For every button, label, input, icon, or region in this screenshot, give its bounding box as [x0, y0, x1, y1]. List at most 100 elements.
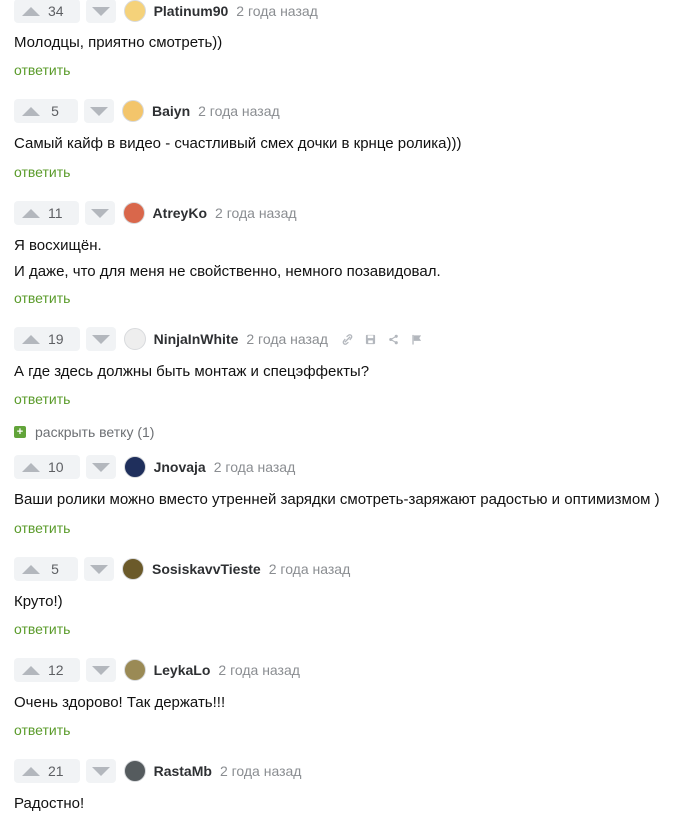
- avatar[interactable]: [122, 202, 145, 224]
- comment-header: 10 Jnovaja 2 года назад: [14, 455, 295, 479]
- upvote-button[interactable]: 12: [14, 658, 80, 682]
- rating-value: 19: [48, 331, 64, 347]
- arrow-up-icon: [22, 665, 40, 675]
- comment-header: 19 NinjaInWhite 2 года назад: [14, 327, 434, 351]
- avatar[interactable]: [123, 0, 146, 22]
- username[interactable]: Platinum90: [154, 3, 229, 19]
- comment-line: Ваши ролики можно вместо утренней зарядк…: [14, 491, 660, 508]
- arrow-up-icon: [22, 462, 40, 472]
- arrow-down-icon: [90, 208, 109, 218]
- upvote-button[interactable]: 21: [14, 759, 80, 783]
- avatar[interactable]: [123, 456, 146, 478]
- downvote-button[interactable]: [85, 759, 116, 783]
- username[interactable]: LeykaLo: [154, 662, 211, 678]
- comment-date[interactable]: 2 года назад: [269, 561, 351, 577]
- username[interactable]: NinjaInWhite: [154, 331, 239, 347]
- upvote-button[interactable]: 34: [14, 0, 80, 23]
- comment-header: 12 LeykaLo 2 года назад: [14, 658, 300, 682]
- arrow-down-icon: [91, 665, 110, 675]
- share-icon[interactable]: [388, 334, 399, 345]
- comment-line: А где здесь должны быть монтаж и спецэфф…: [14, 363, 370, 380]
- comment-text: Ваши ролики можно вместо утренней зарядк…: [14, 487, 660, 513]
- arrow-up-icon: [22, 564, 40, 574]
- arrow-up-icon: [22, 208, 40, 218]
- comment-date[interactable]: 2 года назад: [220, 763, 302, 779]
- username[interactable]: SosiskavvTieste: [152, 561, 261, 577]
- comment-date[interactable]: 2 года назад: [236, 3, 318, 19]
- comment-line: Я восхищён.: [14, 237, 102, 254]
- avatar[interactable]: [123, 659, 146, 681]
- avatar[interactable]: [122, 100, 144, 122]
- comment-line: И даже, что для меня не свойственно, нем…: [14, 263, 441, 280]
- upvote-button[interactable]: 5: [14, 557, 78, 581]
- comment-line: Молодцы, приятно смотреть)): [14, 34, 223, 51]
- downvote-button[interactable]: [84, 99, 114, 123]
- reply-link[interactable]: ответить: [14, 621, 70, 637]
- rating-value: 11: [48, 205, 63, 221]
- downvote-button[interactable]: [84, 557, 114, 581]
- comment-tools: [342, 333, 434, 345]
- reply-link[interactable]: ответить: [14, 290, 70, 306]
- downvote-button[interactable]: [85, 0, 116, 23]
- arrow-up-icon: [22, 6, 40, 16]
- expand-thread-button[interactable]: + раскрыть ветку (1): [14, 424, 154, 440]
- reply-link[interactable]: ответить: [14, 164, 70, 180]
- comment-line: Радостно!: [14, 795, 85, 812]
- comment-text: Очень здорово! Так держать!!!: [14, 690, 225, 716]
- downvote-button[interactable]: [85, 327, 116, 351]
- comment-text: Круто!): [14, 589, 63, 615]
- rating-value: 10: [48, 459, 64, 475]
- username[interactable]: Baiyn: [152, 103, 190, 119]
- arrow-up-icon: [22, 106, 40, 116]
- downvote-button[interactable]: [85, 658, 116, 682]
- comment-header: 5 SosiskavvTieste 2 года назад: [14, 557, 350, 581]
- arrow-down-icon: [91, 462, 110, 472]
- reply-link[interactable]: ответить: [14, 391, 70, 407]
- comment-line: Очень здорово! Так держать!!!: [14, 694, 226, 711]
- comment-text: А где здесь должны быть монтаж и спецэфф…: [14, 359, 369, 385]
- rating-value: 5: [51, 561, 59, 577]
- avatar[interactable]: [123, 760, 146, 782]
- upvote-button[interactable]: 5: [14, 99, 78, 123]
- upvote-button[interactable]: 10: [14, 455, 80, 479]
- comment-text: Я восхищён. И даже, что для меня не свой…: [14, 233, 441, 285]
- upvote-button[interactable]: 11: [14, 201, 79, 225]
- arrow-up-icon: [22, 766, 40, 776]
- comment-text: Молодцы, приятно смотреть)): [14, 30, 222, 56]
- username[interactable]: AtreyKo: [153, 205, 207, 221]
- comment-header: 34 Platinum90 2 года назад: [14, 0, 318, 23]
- comment-text: Радостно!: [14, 791, 84, 817]
- comment-line: Круто!): [14, 593, 63, 610]
- comment-header: 11 AtreyKo 2 года назад: [14, 201, 297, 225]
- comment-date[interactable]: 2 года назад: [198, 103, 280, 119]
- rating-value: 12: [48, 662, 64, 678]
- comment-date[interactable]: 2 года назад: [215, 205, 297, 221]
- comment-date[interactable]: 2 года назад: [218, 662, 300, 678]
- comment-header: 21 RastaMb 2 года назад: [14, 759, 301, 783]
- upvote-button[interactable]: 19: [14, 327, 80, 351]
- username[interactable]: Jnovaja: [154, 459, 206, 475]
- arrow-down-icon: [90, 564, 108, 574]
- arrow-down-icon: [91, 6, 110, 16]
- avatar[interactable]: [122, 558, 144, 580]
- flag-icon[interactable]: [411, 334, 422, 345]
- link-icon[interactable]: [342, 333, 353, 345]
- arrow-down-icon: [91, 334, 110, 344]
- expand-thread-label: раскрыть ветку (1): [35, 424, 155, 440]
- arrow-up-icon: [22, 334, 40, 344]
- rating-value: 34: [48, 3, 64, 19]
- comment-date[interactable]: 2 года назад: [214, 459, 296, 475]
- reply-link[interactable]: ответить: [14, 62, 70, 78]
- reply-link[interactable]: ответить: [14, 722, 70, 738]
- comment-date[interactable]: 2 года назад: [246, 331, 328, 347]
- arrow-down-icon: [91, 766, 110, 776]
- username[interactable]: RastaMb: [154, 763, 212, 779]
- comment-text: Самый кайф в видео - счастливый смех доч…: [14, 131, 461, 157]
- downvote-button[interactable]: [85, 455, 116, 479]
- save-icon[interactable]: [365, 334, 376, 345]
- downvote-button[interactable]: [84, 201, 115, 225]
- rating-value: 5: [51, 103, 59, 119]
- reply-link[interactable]: ответить: [14, 520, 70, 536]
- avatar[interactable]: [123, 328, 146, 350]
- comment-header: 5 Baiyn 2 года назад: [14, 99, 280, 123]
